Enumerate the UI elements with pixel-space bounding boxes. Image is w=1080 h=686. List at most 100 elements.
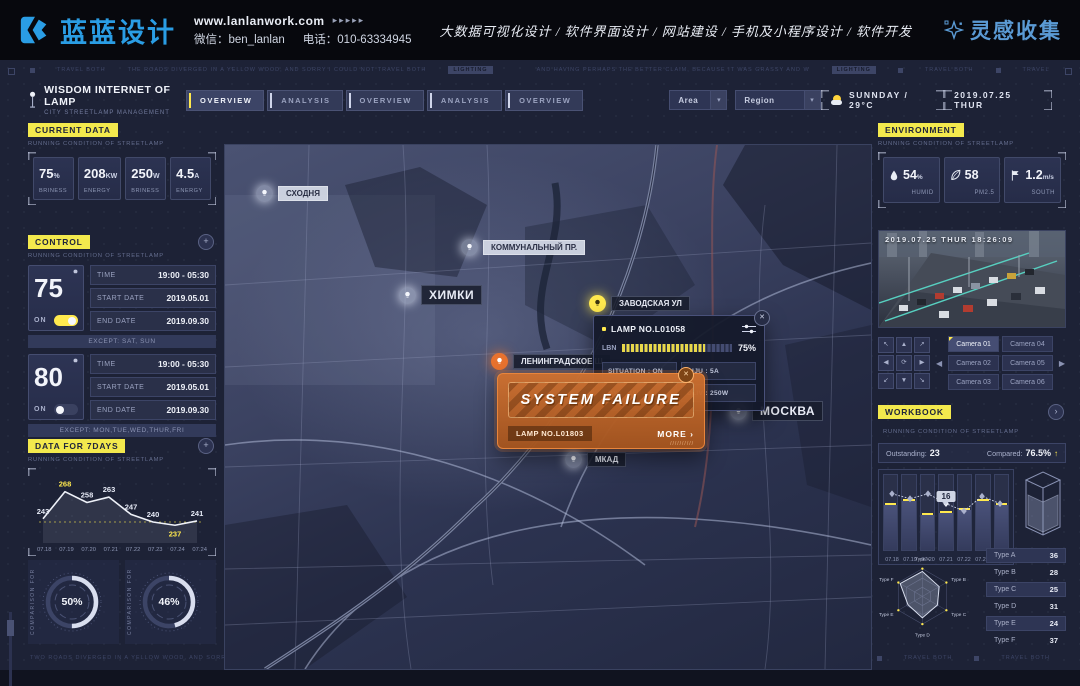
camera-05-button[interactable]: Camera 05: [1002, 355, 1053, 371]
date-display: 2019.07.25 THUR: [944, 90, 1052, 110]
wind-card: 1.2m/s SOUTH: [1004, 157, 1061, 203]
time-setting-row[interactable]: TIME 19:00 - 05:30: [90, 354, 216, 374]
comparison-gauge-1: COMPARISON FOR 50%: [28, 560, 119, 644]
left-rail-slider[interactable]: [9, 612, 12, 686]
weather-display: SUNNDAY / 29°C: [821, 90, 945, 110]
workbook-tooltip: 16: [937, 491, 956, 502]
popup-close-button[interactable]: ✕: [754, 310, 770, 326]
end-date-row[interactable]: END DATE 2019.09.30: [90, 400, 216, 420]
stat-energy-a: 4.5A ENERGY: [170, 157, 211, 200]
camera-controls: ↖ ▲ ↗ ◀ ⟳ ▶ ↙ ▼ ↘ ◀ Camera 01 Camera 04 …: [878, 336, 1066, 390]
streetlamp-icon: [28, 88, 37, 112]
end-date-row[interactable]: END DATE 2019.09.30: [90, 311, 216, 331]
map-label-khimki[interactable]: ХИМКИ: [399, 285, 482, 305]
camera-06-button[interactable]: Camera 06: [1002, 374, 1053, 390]
map-label-mkad[interactable]: МКАД: [565, 451, 626, 468]
camera-03-button[interactable]: Camera 03: [948, 374, 999, 390]
pan-down-right-button[interactable]: ↘: [914, 373, 930, 389]
pan-down-left-button[interactable]: ↙: [878, 373, 894, 389]
pan-right-button[interactable]: ▶: [914, 355, 930, 371]
brightness-value: 80: [34, 364, 78, 390]
up-arrow-icon: ↑: [1054, 449, 1058, 458]
page-title: WISDOM INTERNET OF LAMP: [44, 84, 178, 108]
legend-row-type-e: Type E24: [986, 616, 1066, 631]
camera-list-prev-button[interactable]: ◀: [935, 359, 943, 368]
pan-up-left-button[interactable]: ↖: [878, 337, 894, 353]
radar-legend: Type A36 Type B28 Type C25 Type D31 Type…: [986, 548, 1066, 648]
start-date-row[interactable]: START DATE 2019.05.01: [90, 377, 216, 397]
camera-04-button[interactable]: Camera 04: [1002, 336, 1053, 352]
inspiration-collect[interactable]: 灵感收集: [944, 15, 1062, 45]
pan-up-button[interactable]: ▲: [896, 337, 912, 353]
tab-analysis-2[interactable]: ANALYSIS: [427, 90, 502, 111]
legend-row-type-c: Type C25: [986, 582, 1066, 597]
alert-close-button[interactable]: ✕: [678, 367, 694, 383]
phone-label: 电话：010-63334945: [303, 31, 412, 47]
lamp-toggle[interactable]: [54, 404, 78, 415]
logo[interactable]: 蓝蓝设计: [18, 11, 176, 50]
tab-analysis-1[interactable]: ANALYSIS: [267, 90, 342, 111]
pan-left-button[interactable]: ◀: [878, 355, 894, 371]
lamp-pin-icon: [491, 353, 508, 370]
gauge-value: 50%: [40, 570, 104, 634]
panel-badge: DATA FOR 7DAYS: [28, 439, 125, 453]
brightness-progress-bar[interactable]: [622, 344, 732, 352]
map-label-zavodskaya[interactable]: ЗАВОДСКАЯ УЛ: [589, 295, 690, 312]
site-url[interactable]: www.lanlanwork.com: [194, 14, 325, 28]
svg-text:237: 237: [169, 529, 182, 538]
svg-text:258: 258: [81, 491, 94, 500]
city-map[interactable]: СХОДНЯ КОММУНАЛЬНЫЙ ПР. ХИМКИ ЗАВОДСКАЯ …: [224, 144, 872, 670]
reset-view-button[interactable]: ⟳: [896, 355, 912, 371]
seven-days-panel: DATA FOR 7DAYS RUNNING CONDITION OF STRE…: [28, 436, 216, 556]
environment-panel: ENVIRONMENT RUNNING CONDITION OF STREETL…: [878, 120, 1066, 224]
rail-marker: [8, 68, 15, 75]
camera-01-button[interactable]: Camera 01: [948, 336, 999, 352]
sliders-icon[interactable]: [742, 324, 756, 334]
pm25-card: 58 PM2.5: [944, 157, 1001, 203]
alert-title: SYSTEM FAILURE: [508, 382, 694, 418]
seven-days-expand-button[interactable]: +: [198, 438, 214, 454]
camera-dpad: ↖ ▲ ↗ ◀ ⟳ ▶ ↙ ▼ ↘: [878, 337, 930, 389]
chevron-down-icon: ▾: [710, 91, 726, 109]
tab-overview-1[interactable]: OVERVIEW: [186, 90, 264, 111]
camera-timestamp: 2019.07.25 THUR 18:26:09: [885, 235, 1014, 244]
control-add-button[interactable]: +: [198, 234, 214, 250]
lbn-label: LBN: [602, 345, 616, 352]
seven-days-chart: 243268258263247240237241 07.1807.1907.20…: [28, 468, 216, 556]
wechat-label: 微信：ben_lanlan: [194, 31, 285, 47]
map-label-skhodnya[interactable]: СХОДНЯ: [256, 185, 328, 202]
x-axis-labels: 07.1807.1907.2007.2107.2207.2307.2407.24: [31, 545, 213, 553]
stat-briness-w: 250W BRINESS: [125, 157, 166, 200]
start-date-row[interactable]: START DATE 2019.05.01: [90, 288, 216, 308]
rail-marker: [1065, 68, 1072, 75]
camera-02-button[interactable]: Camera 02: [948, 355, 999, 371]
area-select[interactable]: Area ▾: [669, 90, 727, 110]
alert-lamp-id: LAMP NO.L01803: [508, 426, 592, 441]
workbook-next-button[interactable]: ›: [1048, 404, 1064, 420]
lamp-pin-icon: [256, 185, 273, 202]
workbook-stats-row: Outstanding: 23 Compared: 76.5% ↑: [878, 443, 1066, 463]
camera-feed[interactable]: 2019.07.25 THUR 18:26:09: [878, 230, 1066, 328]
lamp-toggle[interactable]: [54, 315, 78, 326]
panel-badge: CONTROL: [28, 235, 90, 249]
tab-overview-2[interactable]: OVERVIEW: [346, 90, 424, 111]
camera-list-next-button[interactable]: ▶: [1058, 359, 1066, 368]
legend-row-type-d: Type D31: [986, 599, 1066, 614]
dashboard: TRAVEL BOTH THE ROADS DIVERGED IN A YELL…: [0, 60, 1080, 670]
services-line: 大数据可视化设计 / 软件界面设计 / 网站建设 / 手机及小程序设计 / 软件…: [440, 21, 912, 40]
tab-overview-3[interactable]: OVERVIEW: [505, 90, 583, 111]
svg-text:Type E: Type E: [879, 612, 894, 617]
pan-down-button[interactable]: ▼: [896, 373, 912, 389]
map-label-kommunalny[interactable]: КОММУНАЛЬНЫЙ ПР.: [461, 239, 585, 256]
control-panel: CONTROL RUNNING CONDITION OF STREETLAMP …: [28, 232, 216, 432]
svg-text:247: 247: [125, 502, 138, 511]
alert-more-button[interactable]: MORE ›: [657, 429, 694, 439]
legend-row-type-b: Type B28: [986, 565, 1066, 580]
status-dot: [602, 327, 606, 331]
time-setting-row[interactable]: TIME 19:00 - 05:30: [90, 265, 216, 285]
comparison-gauge-2: COMPARISON FOR 46%: [125, 560, 216, 644]
pan-up-right-button[interactable]: ↗: [914, 337, 930, 353]
collect-text: 灵感收集: [970, 15, 1062, 45]
right-column: ENVIRONMENT RUNNING CONDITION OF STREETL…: [878, 120, 1066, 644]
region-select[interactable]: Region ▾: [735, 90, 820, 110]
